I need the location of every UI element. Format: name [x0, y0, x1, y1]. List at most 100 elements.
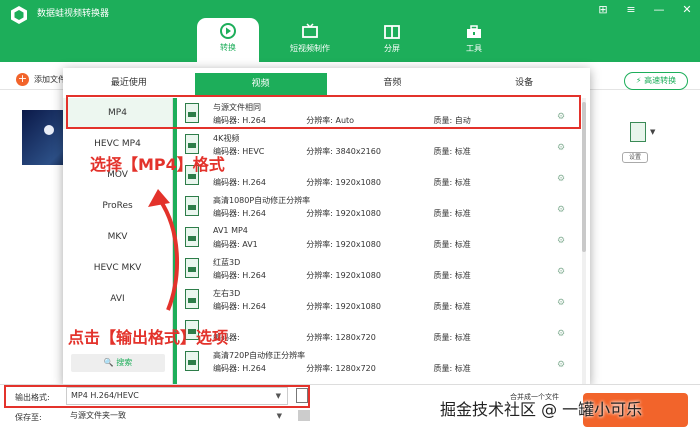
tab-convert-label: 转换: [220, 43, 236, 52]
gear-icon[interactable]: ⚙: [557, 174, 565, 184]
tab-short-video[interactable]: 短视频制作: [280, 22, 340, 62]
minimize-icon[interactable]: —: [652, 3, 666, 16]
file-settings-button[interactable]: 设置: [622, 152, 648, 163]
video-file-icon: [185, 351, 199, 371]
search-icon: 🔍: [103, 358, 114, 367]
preset-name: 高清720P自动修正分辨率: [213, 351, 306, 360]
gear-icon[interactable]: ⚙: [557, 143, 565, 153]
preset-name: 左右3D: [213, 289, 241, 298]
tab-tools[interactable]: 工具: [443, 22, 505, 62]
high-speed-convert-button[interactable]: ⚡ 高速转换: [624, 72, 688, 90]
resolution-label: 分辨率:: [306, 240, 333, 249]
resolution-label: 分辨率:: [306, 364, 333, 373]
resolution-label: 分辨率:: [306, 302, 333, 311]
toolbox-icon: [467, 25, 481, 38]
codec-label: 编码器:: [213, 271, 240, 280]
format-file-icon[interactable]: [296, 388, 308, 403]
save-to-label: 保存至:: [15, 413, 42, 422]
tab-tools-label: 工具: [466, 44, 482, 53]
grid-icon[interactable]: ⊞: [596, 3, 610, 16]
codec-value: H.264: [242, 302, 266, 311]
quality-label: 质量:: [433, 116, 453, 125]
preset-name: 红蓝3D: [213, 258, 241, 267]
quality-value: 标准: [454, 302, 471, 311]
resolution-label: 分辨率:: [306, 271, 333, 280]
codec-label: 编码器:: [213, 364, 240, 373]
tab-device[interactable]: 设备: [458, 68, 590, 98]
annotation-click-output: 点击【输出格式】选项: [68, 328, 229, 347]
gear-icon[interactable]: ⚙: [557, 360, 565, 370]
gear-icon[interactable]: ⚙: [557, 329, 565, 339]
app-logo-icon: [11, 6, 27, 24]
preset-details: 编码器: H.264 分辨率: 1920x1080 质量: 标准: [213, 301, 471, 312]
gear-icon[interactable]: ⚙: [557, 298, 565, 308]
codec-value: H.264: [242, 209, 266, 218]
search-label: 搜索: [116, 358, 133, 367]
codec-value: H.264: [242, 178, 266, 187]
quality-label: 质量:: [433, 364, 453, 373]
format-category-tabs: 最近使用 视频 音频 设备: [63, 68, 590, 98]
preset-row[interactable]: 高清1080P自动修正分辨率 编码器: H.264 分辨率: 1920x1080 质量…: [177, 191, 578, 222]
quality-value: 标准: [454, 271, 471, 280]
add-file-button[interactable]: + 添加文件: [16, 73, 66, 86]
quality-label: 质量:: [433, 240, 453, 249]
format-item-mp4[interactable]: MP4: [63, 98, 172, 129]
chevron-down-icon[interactable]: ▼: [650, 128, 655, 136]
file-format-icon[interactable]: [630, 122, 646, 142]
resolution-label: 分辨率:: [306, 209, 333, 218]
resolution-value: 1920x1080: [335, 271, 381, 280]
close-icon[interactable]: ✕: [680, 3, 694, 16]
gear-icon[interactable]: ⚙: [557, 267, 565, 277]
preset-row[interactable]: 4K视频 编码器: HEVC 分辨率: 3840x2160 质量: 标准 ⚙: [177, 129, 578, 160]
app-title: 数据蛙视频转换器: [37, 9, 110, 19]
folder-icon[interactable]: [298, 410, 310, 421]
quality-value: 标准: [454, 333, 471, 342]
preset-row[interactable]: 高清720P自动修正分辨率编码器: H.264 分辨率: 1280x720 质量: …: [177, 346, 578, 377]
preset-row[interactable]: 编码器: 分辨率: 1280x720 质量: 标准 ⚙: [177, 315, 578, 346]
resolution-value: 1920x1080: [335, 178, 381, 187]
quality-label: 质量:: [433, 147, 453, 156]
preset-details: 编码器: H.264 分辨率: 1920x1080 质量: 标准: [213, 208, 471, 219]
save-to-select[interactable]: 与源文件夹一致 ▼: [66, 408, 288, 426]
tab-split-screen[interactable]: 分屏: [361, 22, 423, 62]
output-format-select[interactable]: MP4 H.264/HEVC ▼: [66, 387, 288, 405]
gear-icon[interactable]: ⚙: [557, 112, 565, 122]
annotation-select-mp4: 选择【MP4】格式: [90, 155, 225, 174]
quality-label: 质量:: [433, 178, 453, 187]
preset-details: 编码器: AV1 分辨率: 1920x1080 质量: 标准: [213, 239, 471, 250]
tab-video[interactable]: 视频: [194, 73, 327, 95]
resolution-value: 3840x2160: [335, 147, 381, 156]
resolution-value: 1920x1080: [335, 240, 381, 249]
format-search-button[interactable]: 🔍 搜索: [71, 354, 165, 372]
annotation-arrow: [148, 189, 179, 311]
preset-scrollbar[interactable]: [582, 98, 586, 385]
codec-label: 编码器:: [213, 178, 240, 187]
gear-icon[interactable]: ⚙: [557, 236, 565, 246]
lightning-icon: ⚡: [635, 76, 642, 85]
preset-details: 编码器: H.264 分辨率: 1920x1080 质量: 标准: [213, 177, 471, 188]
quality-value: 标准: [454, 240, 471, 249]
tab-recent[interactable]: 最近使用: [63, 68, 195, 98]
codec-label: 编码器:: [213, 209, 240, 218]
scrollbar-thumb[interactable]: [582, 102, 586, 252]
tab-convert[interactable]: 转换: [197, 18, 259, 62]
quality-value: 标准: [454, 209, 471, 218]
gear-icon[interactable]: ⚙: [557, 205, 565, 215]
output-format-value: MP4 H.264/HEVC: [71, 391, 139, 400]
preset-row[interactable]: 红蓝3D 编码器: H.264 分辨率: 1920x1080 质量: 标准 ⚙: [177, 253, 578, 284]
preset-row[interactable]: 与源文件相同 编码器: H.264 分辨率: Auto 质量: 自动 ⚙: [177, 98, 578, 129]
chevron-down-icon: ▼: [275, 392, 281, 400]
quality-label: 质量:: [433, 209, 453, 218]
quality-value: 自动: [454, 116, 471, 125]
codec-value: H.264: [242, 271, 266, 280]
chevron-down-icon: ▼: [276, 412, 282, 420]
resolution-label: 分辨率:: [306, 147, 333, 156]
preset-details: 编码器: H.264 分辨率: 1280x720 质量: 标准: [213, 363, 471, 374]
top-bar: 数据蛙视频转换器 ⊞ ≡ — ✕: [0, 0, 700, 62]
preset-row[interactable]: AV1 MP4 编码器: AV1 分辨率: 1920x1080 质量: 标准 ⚙: [177, 222, 578, 253]
preset-row[interactable]: 左右3D 编码器: H.264 分辨率: 1920x1080 质量: 标准 ⚙: [177, 284, 578, 315]
tab-audio[interactable]: 音频: [327, 68, 459, 98]
preset-row[interactable]: 编码器: H.264 分辨率: 1920x1080 质量: 标准 ⚙: [177, 160, 578, 191]
quality-value: 标准: [454, 147, 471, 156]
menu-icon[interactable]: ≡: [624, 3, 638, 16]
